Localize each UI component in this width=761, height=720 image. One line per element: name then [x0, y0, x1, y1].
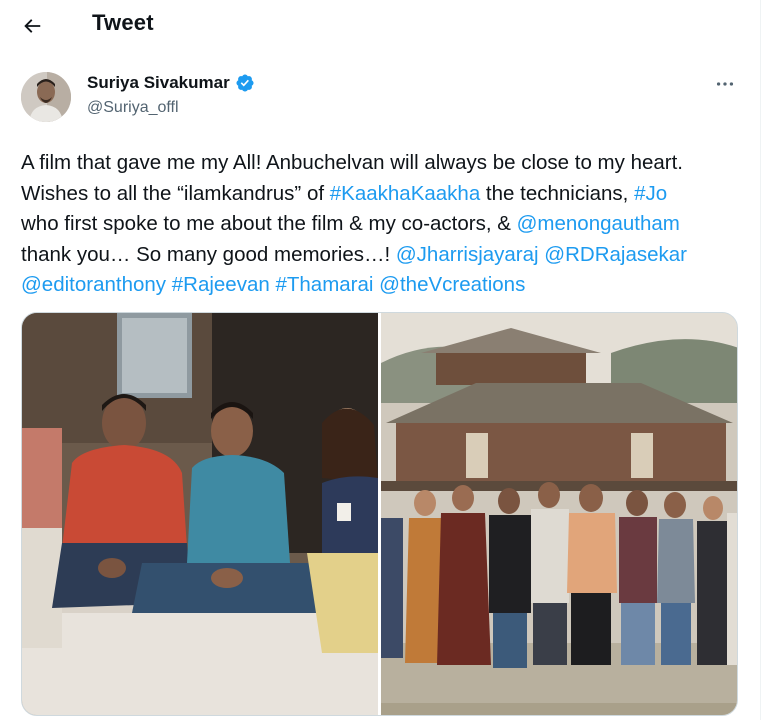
author-name-text: Suriya Sivakumar	[87, 73, 230, 92]
avatar[interactable]	[21, 72, 71, 122]
tweet-text-segment: A film that gave me my All! Anbuchelvan …	[21, 151, 683, 174]
tweet-text-segment: the technicians,	[480, 181, 635, 205]
mention-link[interactable]: @Jharrisjayaraj	[396, 243, 539, 266]
author-name[interactable]: Suriya Sivakumar	[87, 73, 255, 93]
tweet-line-4: thank you… So many good memories…! @Jhar…	[21, 240, 746, 271]
mention-link[interactable]: @RDRajasekar	[544, 243, 687, 266]
media-photo-2[interactable]	[381, 313, 737, 715]
avatar-image	[21, 72, 71, 122]
tweet-page: Tweet Suriya Sivakumar @Suriya_offl A fi…	[0, 0, 761, 720]
header: Tweet	[0, 0, 761, 52]
media-photo-1[interactable]	[22, 313, 378, 715]
hashtag-link[interactable]: #Jo	[634, 182, 667, 205]
verified-badge-icon	[236, 74, 254, 92]
back-button[interactable]	[14, 8, 50, 44]
tweet-line-2: Wishes to all the “ilamkandrus” of #Kaak…	[21, 179, 746, 210]
more-button[interactable]	[708, 70, 742, 98]
more-horizontal-icon	[716, 82, 734, 86]
tweet-text-segment: thank you… So many good memories…!	[21, 242, 396, 266]
tweet-line-3: who first spoke to me about the film & m…	[21, 209, 746, 240]
photo-standing-group	[381, 313, 737, 715]
hashtag-link[interactable]: #KaakhaKaakha	[330, 182, 480, 205]
tweet-line-1: A film that gave me my All! Anbuchelvan …	[21, 148, 746, 179]
photo-seated-group	[22, 313, 378, 715]
mention-link[interactable]: @menongautham	[517, 212, 680, 235]
mention-link[interactable]: @editoranthony	[21, 273, 166, 296]
tweet-line-5: @editoranthony #Rajeevan #Thamarai @theV…	[21, 270, 746, 301]
arrow-left-icon	[24, 19, 41, 33]
mention-link[interactable]: @theVcreations	[379, 273, 525, 296]
page-title: Tweet	[92, 10, 154, 35]
tweet-text-segment: Wishes to all the “ilamkandrus” of	[21, 181, 330, 205]
hashtag-link[interactable]: #Thamarai	[275, 273, 373, 296]
hashtag-link[interactable]: #Rajeevan	[172, 273, 270, 296]
author-handle[interactable]: @Suriya_offl	[87, 99, 179, 117]
tweet-media	[21, 312, 738, 716]
tweet-text-segment: who first spoke to me about the film & m…	[21, 212, 517, 235]
tweet-text: A film that gave me my All! Anbuchelvan …	[21, 148, 746, 301]
